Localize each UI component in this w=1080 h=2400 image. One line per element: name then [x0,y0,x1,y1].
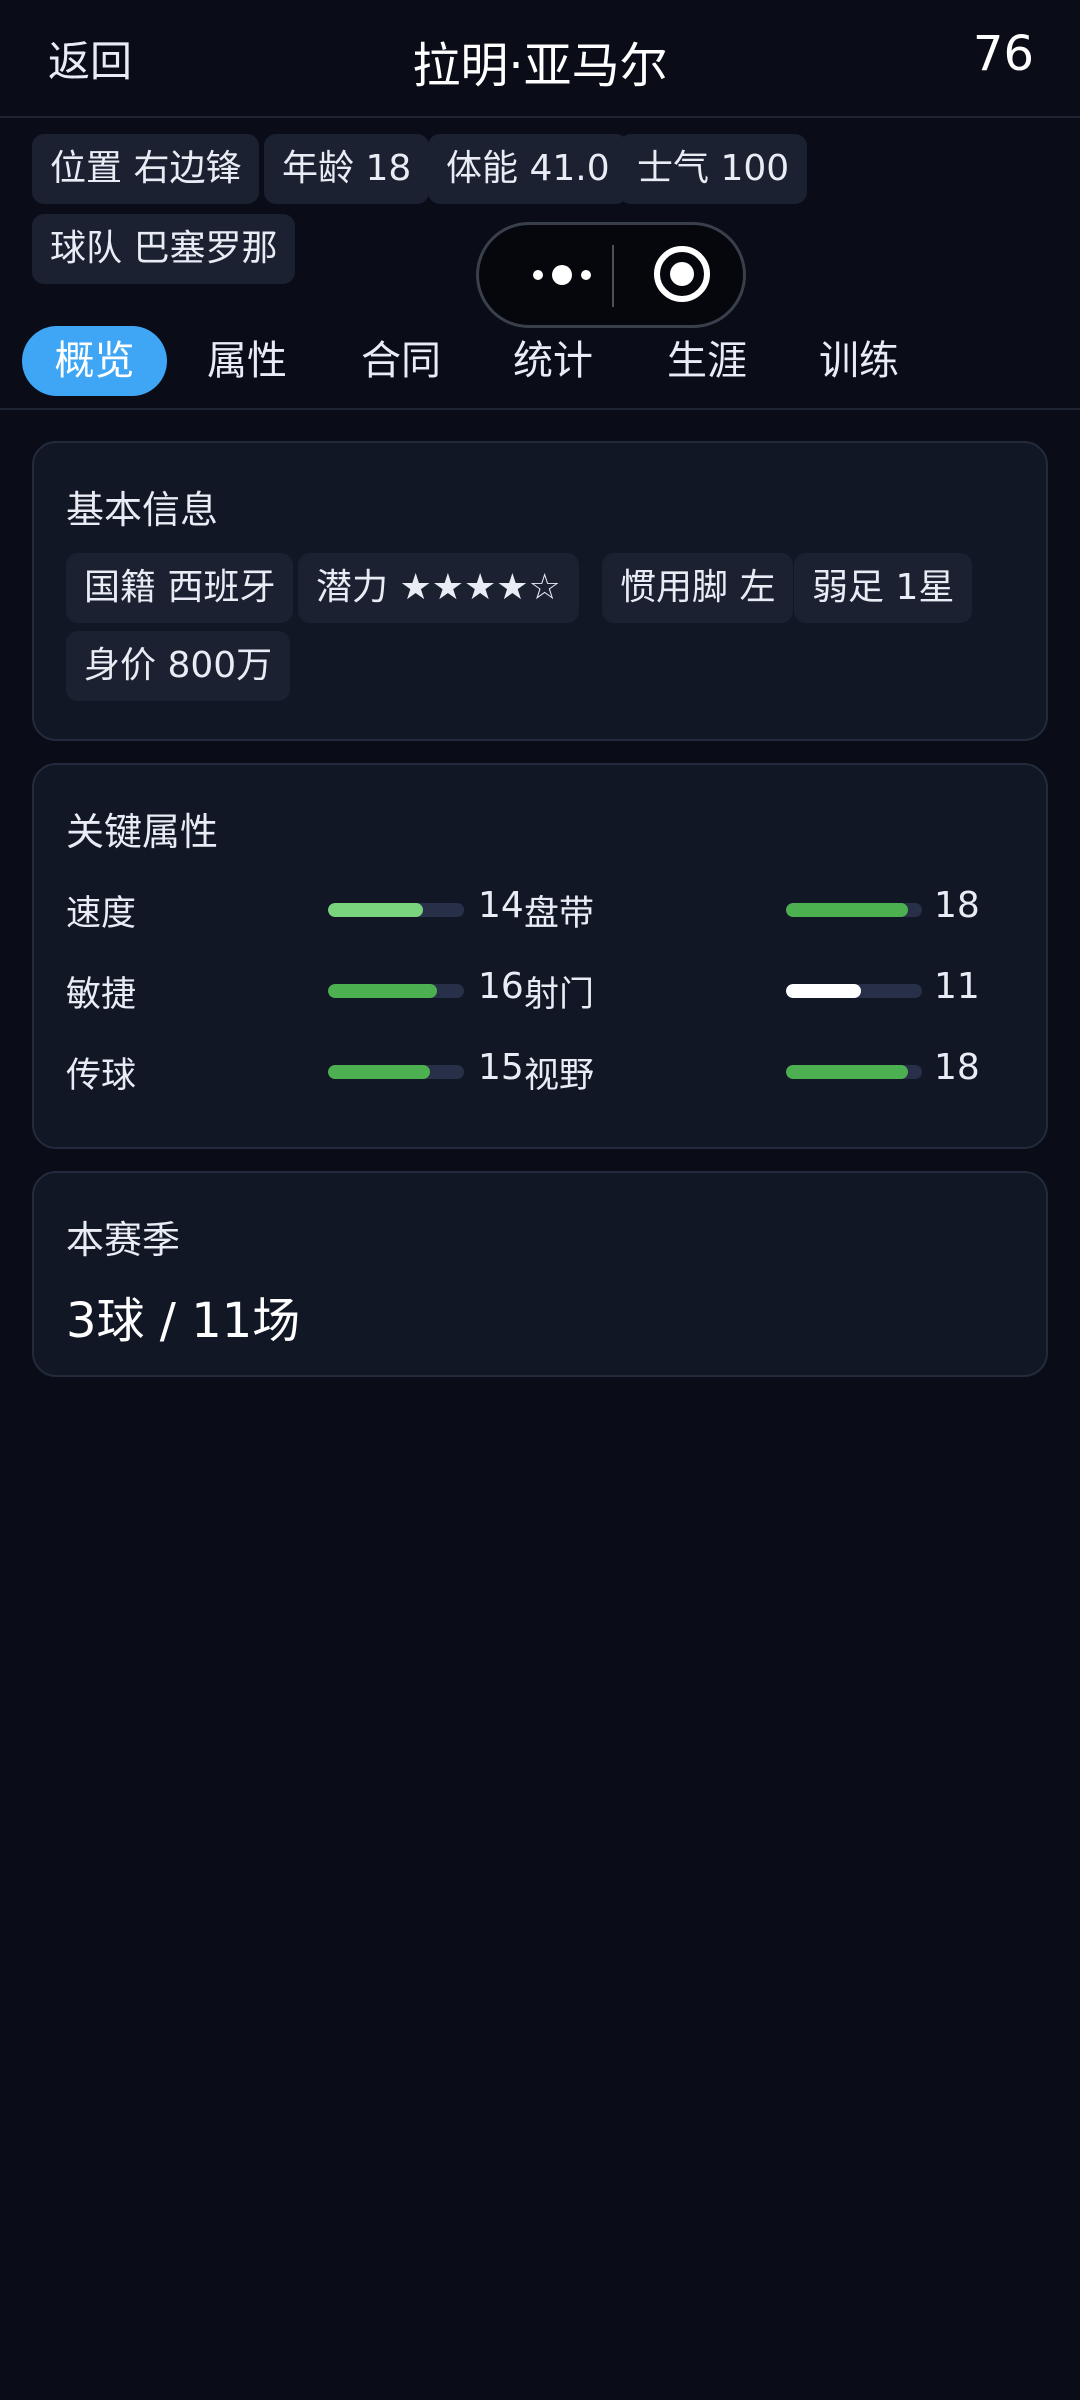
attr-bar-fill [328,903,424,917]
attr-bar [328,1065,464,1079]
tab-attributes[interactable]: 属性 [172,326,322,396]
back-button[interactable]: 返回 [48,28,132,89]
chip-potential: 潜力 ★★★★☆ [298,553,579,623]
season-card: 本赛季 3球 / 11场 [32,1171,1048,1377]
season-title: 本赛季 [66,1218,181,1262]
top-bar: 返回 拉明·亚马尔 76 [0,0,1080,118]
chip-team: 球队 巴塞罗那 [32,214,296,284]
target-circle-icon[interactable] [653,245,711,303]
tab-overview[interactable]: 概览 [22,326,167,396]
chip-nationality: 国籍 西班牙 [66,553,294,623]
attr-name: 射门 [524,975,595,1015]
attr-name: 视野 [524,1056,595,1096]
attr-name: 敏捷 [66,975,137,1015]
attr-value: 18 [934,885,980,926]
overall-rating: 76 [972,26,1034,82]
tab-training[interactable]: 训练 [784,326,934,396]
player-name-title: 拉明·亚马尔 [412,38,668,94]
chip-position: 位置 右边锋 [32,134,260,204]
attr-bar-fill [328,984,437,998]
attr-value: 16 [478,966,524,1007]
attr-name: 盘带 [524,894,595,934]
attr-name: 速度 [66,894,137,934]
attr-bar-fill [786,1065,909,1079]
basic-info-card: 基本信息 国籍 西班牙 潜力 ★★★★☆ 惯用脚 左 弱足 1星 身价 800万 [32,441,1048,741]
attr-bar-fill [328,1065,430,1079]
attr-value: 11 [934,966,980,1007]
attr-value: 15 [478,1047,524,1088]
tab-career[interactable]: 生涯 [632,326,782,396]
attr-bar [786,984,922,998]
chip-stamina: 体能 41.0 [428,134,628,204]
more-dots-icon[interactable] [515,225,609,325]
chip-preferred-foot: 惯用脚 左 [602,553,794,623]
attr-bar-fill [786,984,861,998]
tab-contract[interactable]: 合同 [326,326,476,396]
attr-bar-fill [786,903,909,917]
attr-bar [786,1065,922,1079]
attr-value: 14 [478,885,524,926]
tab-bar: 概览 属性 合同 统计 生涯 训练 [0,322,1080,410]
mini-program-capsule [476,222,746,328]
key-attributes-card: 关键属性 速度 14 盘带 18 敏捷 16 射门 11 传球 15 视野 18 [32,763,1048,1149]
chip-market-value: 身价 800万 [66,631,291,701]
chip-age: 年龄 18 [264,134,430,204]
attr-value: 18 [934,1047,980,1088]
attr-bar [328,984,464,998]
chip-weak-foot: 弱足 1星 [794,553,973,623]
attr-name: 传球 [66,1056,137,1096]
attr-bar [328,903,464,917]
tab-stats[interactable]: 统计 [478,326,628,396]
chip-morale: 士气 100 [619,134,808,204]
attr-bar [786,903,922,917]
key-attributes-title: 关键属性 [66,810,219,854]
capsule-divider [612,245,614,307]
season-summary: 3球 / 11场 [66,1293,301,1349]
basic-info-title: 基本信息 [66,488,219,532]
